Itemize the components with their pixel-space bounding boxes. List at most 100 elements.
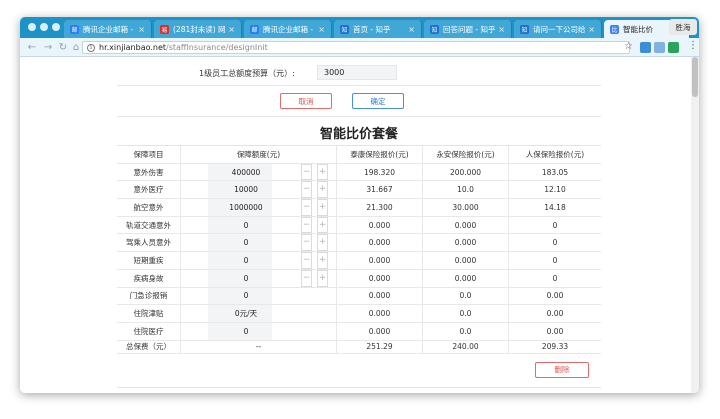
total-taikang: 251.29 <box>337 340 423 353</box>
table-header-row: 保障项目 保障额度(元) 泰康保险报价(元) 永安保险报价(元) 人保保险报价(元) <box>117 146 601 164</box>
coverage-amount-input[interactable]: 0 <box>208 234 272 252</box>
taikang-quote: 0.000 <box>337 269 423 287</box>
tab-label: 请问一下公司给员 <box>533 24 586 34</box>
site-info-icon[interactable]: i <box>87 43 95 52</box>
coverage-amount-input[interactable]: 1000000 <box>208 199 272 216</box>
home-icon[interactable]: ⌂ <box>70 41 82 54</box>
tab-close-icon[interactable]: × <box>408 25 415 34</box>
renbao-quote: 0.00 <box>546 309 564 319</box>
close-window-icon[interactable] <box>28 23 36 31</box>
tab-favicon-icon: 知 <box>340 24 349 34</box>
budget-label: 1级员工总额度预算（元）: <box>199 69 295 78</box>
increment-button[interactable]: + <box>317 181 328 199</box>
coverage-item-name: 疾病身故 <box>117 269 181 287</box>
yongan-quote: 0.000 <box>423 234 509 252</box>
coverage-amount-input[interactable]: 10000 <box>208 181 272 199</box>
taikang-quote: 31.667 <box>337 181 423 199</box>
browser-tab[interactable]: 知首页 - 知乎 × <box>334 20 422 38</box>
tab-close-icon[interactable]: × <box>138 25 145 34</box>
browser-menu-icon[interactable]: ⋮ <box>688 40 698 51</box>
back-icon[interactable]: ← <box>26 41 38 54</box>
increment-button[interactable]: + <box>317 216 328 234</box>
tab-close-icon[interactable]: × <box>498 25 505 34</box>
taikang-quote: 0.000 <box>337 234 423 252</box>
form-actions: 取消 确定 <box>117 86 601 117</box>
reload-icon[interactable]: ↻ <box>57 41 69 54</box>
column-header: 保障项目 <box>117 146 181 163</box>
coverage-item-name: 意外伤害 <box>117 163 181 181</box>
increment-button[interactable]: + <box>317 199 328 216</box>
browser-tab[interactable]: 易 (281封未读) 网易× <box>154 20 242 38</box>
taikang-quote: 0.000 <box>337 252 423 269</box>
tab-favicon-icon: 邮 <box>70 24 79 34</box>
tab-close-icon[interactable]: × <box>588 25 595 34</box>
renbao-quote: 0 <box>552 238 558 248</box>
bookmark-star-icon[interactable]: ☆ <box>624 41 633 52</box>
tab-label: 腾讯企业邮箱 - 收 <box>83 24 135 34</box>
browser-tab[interactable]: 邮腾讯企业邮箱 - 收× <box>64 20 152 38</box>
address-bar[interactable]: i hr.xinjianbao.net/staffInsurance/desig… <box>82 41 630 54</box>
increment-button[interactable]: + <box>317 252 328 269</box>
coverage-amount-input[interactable]: 0元/天 <box>208 305 272 322</box>
coverage-amount-input[interactable]: 0 <box>208 322 272 340</box>
delete-button[interactable]: 删除 <box>535 361 589 378</box>
coverage-item-name: 短期重疾 <box>117 252 181 269</box>
coverage-item-name: 轨道交通意外 <box>117 216 181 234</box>
column-header: 泰康保险报价(元) <box>337 146 423 163</box>
decrement-button[interactable]: − <box>301 234 312 252</box>
total-coverage: -- <box>181 340 337 353</box>
coverage-amount-input[interactable]: 0 <box>208 287 272 305</box>
confirm-button[interactable]: 确定 <box>352 93 404 109</box>
browser-tab[interactable]: 知请问一下公司给员× <box>514 20 602 38</box>
page-scrollbar[interactable] <box>691 57 699 393</box>
tab-favicon-icon: 知 <box>430 24 439 34</box>
browser-tab[interactable]: 知回答问题 - 知乎 × <box>424 20 512 38</box>
forward-icon[interactable]: → <box>42 41 54 54</box>
tab-close-icon[interactable]: × <box>318 25 325 34</box>
taikang-quote: 0.000 <box>337 322 423 340</box>
budget-input[interactable]: 3000 <box>317 65 397 80</box>
increment-button[interactable]: + <box>317 163 328 181</box>
extension-icon[interactable] <box>654 42 665 53</box>
profile-button[interactable]: 胜海 <box>669 19 697 35</box>
coverage-amount-input[interactable]: 0 <box>208 252 272 269</box>
extension-icon[interactable] <box>668 42 679 53</box>
scrollbar-thumb[interactable] <box>692 57 698 97</box>
yongan-quote: 200.000 <box>423 163 509 181</box>
decrement-button[interactable]: − <box>301 252 312 269</box>
coverage-item-name: 门急诊报销 <box>117 287 181 305</box>
decrement-button[interactable]: − <box>301 163 312 181</box>
zoom-window-icon[interactable] <box>52 23 60 31</box>
cancel-button[interactable]: 取消 <box>280 93 332 109</box>
coverage-amount-input[interactable]: 0 <box>208 269 272 287</box>
coverage-amount-input[interactable]: 400000 <box>208 163 272 181</box>
browser-toolbar: ← → ↻ ⌂ i hr.xinjianbao.net/staffInsuran… <box>20 38 699 57</box>
tab-label: 回答问题 - 知乎 <box>443 24 496 34</box>
tab-close-icon[interactable]: × <box>228 25 235 34</box>
browser-tab[interactable]: 邮腾讯企业邮箱 - 收× <box>244 20 332 38</box>
minimize-window-icon[interactable] <box>40 23 48 31</box>
budget-row: 1级员工总额度预算（元）: 3000 <box>117 59 601 86</box>
quote-table: 保障项目 保障额度(元) 泰康保险报价(元) 永安保险报价(元) 人保保险报价(元) 意外… <box>117 145 601 388</box>
increment-button[interactable]: + <box>317 269 328 287</box>
taikang-quote: 21.300 <box>337 199 423 216</box>
taikang-quote: 0.000 <box>337 287 423 305</box>
renbao-quote: 0 <box>552 273 558 283</box>
yongan-quote: 0.0 <box>423 305 509 322</box>
table-row: 疾病身故 0 − +0.000 0.000 0 <box>117 269 601 288</box>
url-host: hr.xinjianbao.net <box>99 43 167 52</box>
extension-icon[interactable] <box>640 42 651 53</box>
yongan-quote: 0.000 <box>423 216 509 234</box>
decrement-button[interactable]: − <box>301 199 312 216</box>
taikang-quote: 198.320 <box>337 163 423 181</box>
coverage-item-name: 住院津贴 <box>117 305 181 322</box>
renbao-quote: 0.00 <box>546 326 564 336</box>
decrement-button[interactable]: − <box>301 216 312 234</box>
column-header: 永安保险报价(元) <box>423 146 509 163</box>
yongan-quote: 0.0 <box>423 287 509 305</box>
yongan-quote: 0.000 <box>423 269 509 287</box>
coverage-amount-input[interactable]: 0 <box>208 216 272 234</box>
decrement-button[interactable]: − <box>301 269 312 287</box>
decrement-button[interactable]: − <box>301 181 312 199</box>
increment-button[interactable]: + <box>317 234 328 252</box>
